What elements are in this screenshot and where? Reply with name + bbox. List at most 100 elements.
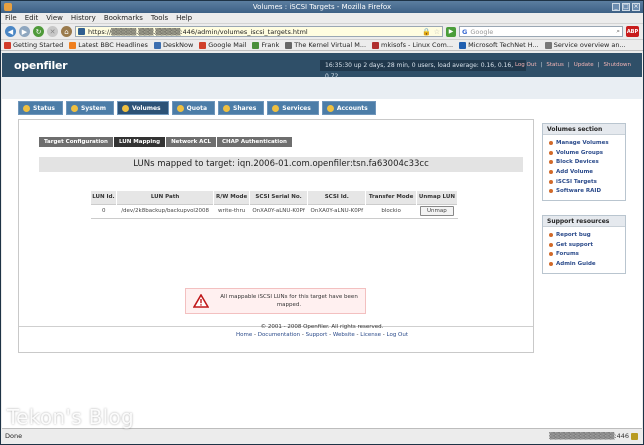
sidebar-link-label: Add Volume [556,168,594,175]
sidebar-link[interactable]: Get support [549,240,621,250]
column-header: R/W Mode [213,191,250,204]
tab-label: Quota [186,104,208,112]
url-bar[interactable]: https://▒▒▒▒▒.▒▒▒.▒▒▒▒▒:446/admin/volume… [75,26,443,37]
lock-status-icon[interactable] [631,432,638,440]
footer-link[interactable]: Website [333,332,355,338]
bookmark-label: DeskNow [162,41,194,49]
footer-link[interactable]: License [360,332,381,338]
bookmark-label: The Kernel Virtual M... [294,41,367,49]
unmap-button[interactable]: Unmap [420,206,454,216]
tab-icon [223,104,231,112]
bookmark-label: Microsoft TechNet H... [468,41,539,49]
lock-icon[interactable]: 🔒 [422,28,431,36]
tab-icon [70,104,78,112]
go-button[interactable]: ▶ [446,26,456,37]
footer-link[interactable]: Log Out [386,332,408,338]
bullet-icon [549,252,553,257]
bookmarks-toolbar: Getting Started Latest BBC Headlines DeskN… [1,40,643,51]
menu-edit[interactable]: Edit [25,14,39,22]
tab-status[interactable]: Status [18,101,63,115]
sidebar-link[interactable]: iSCSI Targets [549,177,621,187]
status-link[interactable]: Status [546,62,564,68]
bookmark-favicon-icon [69,41,77,49]
status-text: Done [5,432,23,440]
google-engine-icon[interactable]: G [462,28,467,36]
bookmark-item[interactable]: Service overview an... [544,41,626,49]
bookmark-item[interactable]: Getting Started [4,41,63,49]
bookmark-item[interactable]: mkisofs - Linux Com... [372,41,453,49]
sub-tabs: Target Configuration LUN Mapping Network A… [39,137,292,147]
bullet-icon [549,242,553,247]
sidebar-link[interactable]: Forums [549,249,621,259]
sidebar-link[interactable]: Admin Guide [549,259,621,269]
stop-button[interactable]: ✕ [47,26,58,37]
tab-icon [272,104,280,112]
tab-quota[interactable]: Quota [171,101,216,115]
bookmark-item[interactable]: Frank [252,41,279,49]
reload-button[interactable]: ↻ [33,26,44,37]
tab-services[interactable]: Services [267,101,319,115]
shutdown-link[interactable]: Shutdown [604,62,631,68]
subtab-lun-mapping[interactable]: LUN Mapping [113,137,166,147]
subtab-chap-authentication[interactable]: CHAP Authentication [216,137,292,147]
bookmark-label: Google Mail [208,41,247,49]
tab-shares[interactable]: Shares [218,101,265,115]
tab-label: Status [33,104,55,112]
lun-table-header: LUN Id. LUN Path R/W Mode SCSI Serial No. SC… [91,191,459,204]
bookmark-item[interactable]: The Kernel Virtual M... [285,41,366,49]
bullet-icon [549,160,553,165]
sidebar-link[interactable]: Report bug [549,230,621,240]
bullet-icon [549,150,553,155]
back-button[interactable]: ◀ [5,26,16,37]
header-links: Log Out | Status | Update | Shutdown [514,62,631,68]
sidebar-link-label: Admin Guide [556,260,596,267]
sidebar-link[interactable]: Software RAID [549,186,621,196]
firefox-icon [4,3,12,11]
sidebar-link[interactable]: Block Devices [549,157,621,167]
adblock-icon[interactable]: ABP [626,26,639,37]
home-button[interactable]: ⌂ [61,26,72,37]
bullet-icon [549,261,553,266]
menu-view[interactable]: View [46,14,63,22]
maximize-button[interactable]: □ [622,3,630,11]
bookmark-item[interactable]: Google Mail [199,41,246,49]
subtab-target-configuration[interactable]: Target Configuration [39,137,113,147]
forward-button[interactable]: ▶ [19,26,30,37]
search-box[interactable]: G Google ⌕ [459,26,623,37]
minimize-button[interactable]: _ [612,3,620,11]
tab-label: Services [282,104,311,112]
url-text[interactable]: https://▒▒▒▒▒.▒▒▒.▒▒▒▒▒:446/admin/volume… [88,28,308,36]
menu-file[interactable]: File [5,14,17,22]
sidebar-link[interactable]: Manage Volumes [549,138,621,148]
bookmark-item[interactable]: Microsoft TechNet H... [459,41,539,49]
subtab-network-acl[interactable]: Network ACL [166,137,216,147]
sidebar-link-label: iSCSI Targets [556,178,597,185]
lun-mapping-title: LUNs mapped to target: iqn.2006-01.com.o… [39,157,523,172]
sidebar-link-label: Report bug [556,231,591,238]
menu-help[interactable]: Help [176,14,192,22]
bullet-icon [549,169,553,174]
sidebar-link[interactable]: Volume Groups [549,148,621,158]
openfiler-logo: openfiler [14,58,68,72]
tab-system[interactable]: System [65,101,114,115]
menu-history[interactable]: History [71,14,96,22]
logout-link[interactable]: Log Out [515,62,537,68]
bookmark-favicon-icon [252,41,260,49]
table-cell: OnXA0Y-aLNU-K0Pf [307,203,366,219]
sidebar-link[interactable]: Add Volume [549,167,621,177]
search-icon[interactable]: ⌕ [616,27,620,36]
bookmark-star-icon[interactable]: ☆ [434,28,440,36]
footer-link[interactable]: Documentation [258,332,300,338]
bookmark-item[interactable]: Latest BBC Headlines [69,41,148,49]
footer-link[interactable]: Home [236,332,252,338]
update-link[interactable]: Update [574,62,594,68]
bookmark-item[interactable]: DeskNow [153,41,194,49]
bookmark-favicon-icon [153,41,161,49]
menu-tools[interactable]: Tools [151,14,168,22]
footer-link[interactable]: Support [306,332,328,338]
close-button[interactable]: × [632,3,640,11]
tab-accounts[interactable]: Accounts [321,101,376,115]
tab-volumes[interactable]: Volumes [116,101,169,115]
menu-bookmarks[interactable]: Bookmarks [104,14,143,22]
site-favicon-icon [78,28,85,35]
